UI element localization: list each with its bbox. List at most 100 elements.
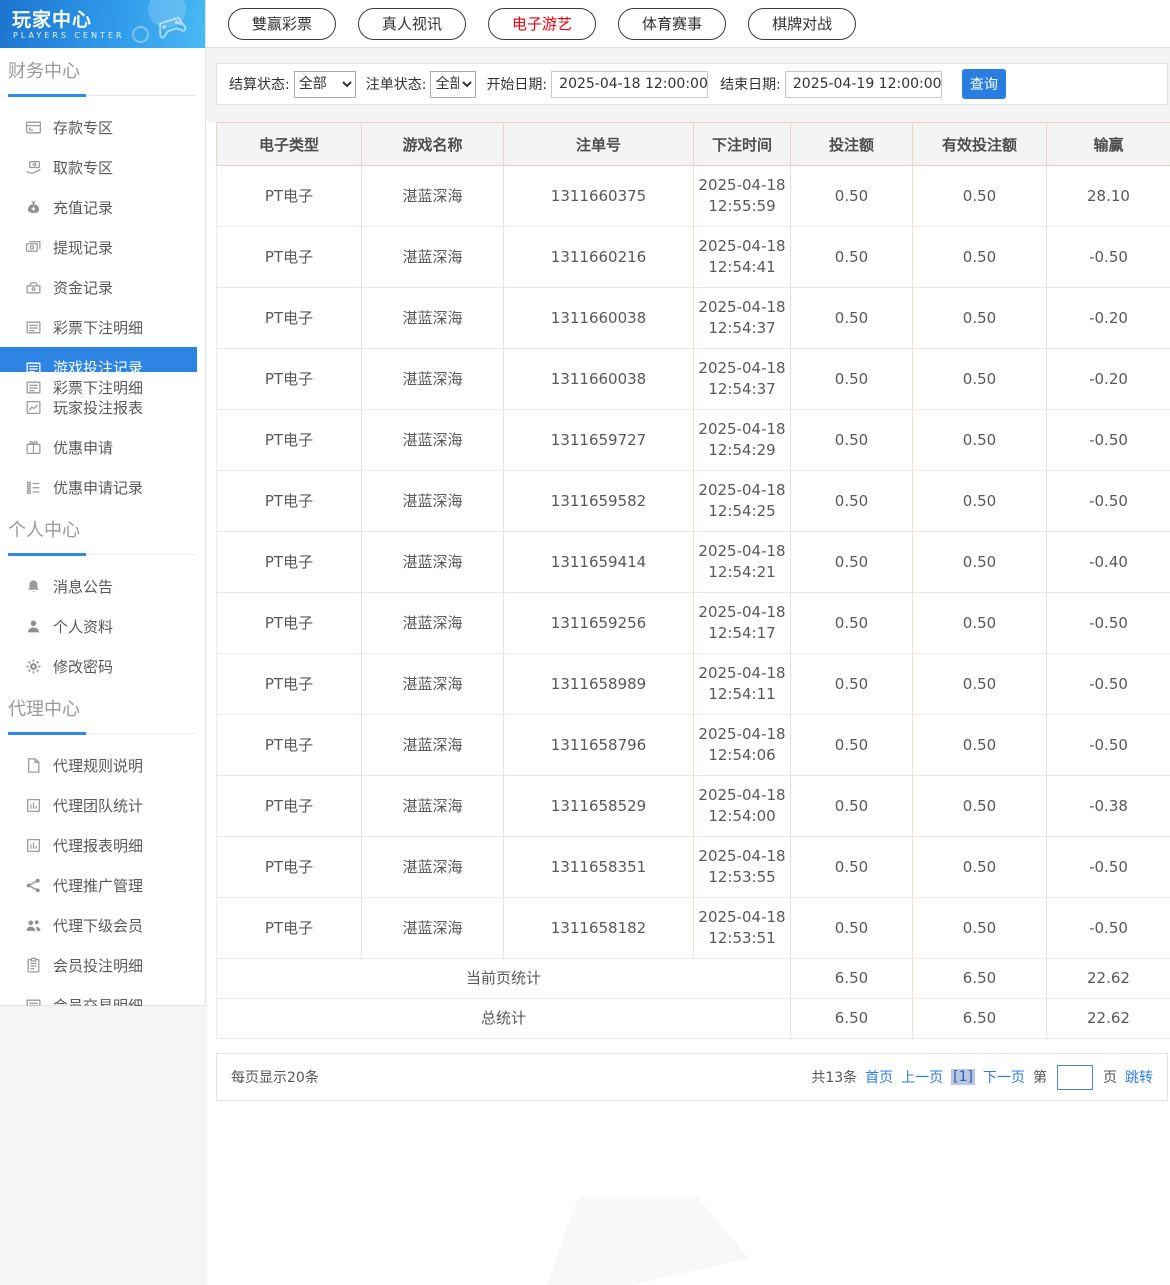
start-date-input[interactable] xyxy=(551,71,708,98)
sidebar: 玩家中心 PLAYERS CENTER 财务中心 存款专区 取款专区 充值记录 … xyxy=(0,0,206,1006)
per-page-label: 每页显示20条 xyxy=(231,1067,319,1087)
sidebar-item-bell[interactable]: 消息公告 xyxy=(0,566,205,606)
cell-time: 2025-04-1812:54:06 xyxy=(694,715,791,776)
cell-game: 湛蓝深海 xyxy=(362,532,504,593)
next-page-link[interactable]: 下一页 xyxy=(983,1067,1025,1087)
pagination-bar: 每页显示20条 共13条 首页 上一页 [1] 下一页 第 页 跳转 xyxy=(216,1053,1168,1101)
sidebar-item-deposit-card[interactable]: 存款专区 xyxy=(0,107,205,147)
cell-time: 2025-04-1812:54:17 xyxy=(694,593,791,654)
sidebar-item-share[interactable]: 代理推广管理 xyxy=(0,865,205,905)
category-tab[interactable]: 体育赛事 xyxy=(618,8,726,40)
cell-bet-id: 1311660216 xyxy=(504,227,694,288)
cell-type: PT电子 xyxy=(217,471,362,532)
jump-prefix-label: 第 xyxy=(1033,1067,1047,1087)
users-icon xyxy=(25,917,42,934)
section-divider xyxy=(8,95,195,96)
jump-suffix-label: 页 xyxy=(1103,1067,1117,1087)
sidebar-item-moneybag[interactable]: 充值记录 xyxy=(0,187,205,227)
category-tab[interactable]: 雙赢彩票 xyxy=(228,8,336,40)
first-page-link[interactable]: 首页 xyxy=(865,1067,893,1087)
cell-type: PT电子 xyxy=(217,410,362,471)
cell-winloss: -0.38 xyxy=(1047,776,1170,837)
sidebar-item-label: 彩票下注明细 xyxy=(53,377,143,398)
page-jump-input[interactable] xyxy=(1057,1065,1093,1090)
cell-valid-amount: 0.50 xyxy=(913,532,1047,593)
cell-bet-id: 1311659414 xyxy=(504,532,694,593)
cell-bet-id: 1311658351 xyxy=(504,837,694,898)
sidebar-section-title: 个人中心 xyxy=(0,507,205,546)
background-watermark xyxy=(540,1195,755,1285)
column-header: 注单号 xyxy=(504,123,694,166)
person-icon xyxy=(25,618,42,635)
sidebar-item-chart[interactable]: 玩家投注报表 xyxy=(0,397,205,417)
sidebar-item-label: 提现记录 xyxy=(53,237,113,258)
sidebar-item-person[interactable]: 个人资料 xyxy=(0,606,205,646)
sidebar-section-items: 存款专区 取款专区 充值记录 提现记录 资金记录 彩票下注明细 游戏投注记录 彩… xyxy=(0,107,205,507)
bet-table-row: PT电子 湛蓝深海 1311659256 2025-04-1812:54:17 … xyxy=(217,593,1170,654)
cell-time: 2025-04-1812:55:59 xyxy=(694,166,791,227)
sidebar-item-purse[interactable]: 资金记录 xyxy=(0,267,205,307)
cell-type: PT电子 xyxy=(217,715,362,776)
clipboard-icon xyxy=(25,957,42,974)
cell-time: 2025-04-1812:54:11 xyxy=(694,654,791,715)
sidebar-item-list[interactable]: 彩票下注明细 xyxy=(0,377,205,397)
game-category-tabs: 雙赢彩票真人视讯电子游艺体育赛事棋牌对战 xyxy=(206,0,1170,48)
summary-valid-amount: 6.50 xyxy=(913,959,1047,999)
category-tab[interactable]: 棋牌对战 xyxy=(748,8,856,40)
end-date-input[interactable] xyxy=(785,71,942,98)
bet-table-row: PT电子 湛蓝深海 1311658351 2025-04-1812:53:55 … xyxy=(217,837,1170,898)
sidebar-item-list[interactable]: 游戏投注记录 xyxy=(0,347,197,372)
sidebar-item-report[interactable]: 代理报表明细 xyxy=(0,825,205,865)
sidebar-item-gear[interactable]: 修改密码 xyxy=(0,646,205,686)
filter-bar: 结算状态: 全部 注单状态: 全部 开始日期: 结束日期: 查询 xyxy=(216,63,1168,105)
sidebar-item-label: 玩家投注报表 xyxy=(53,397,143,418)
jump-button[interactable]: 跳转 xyxy=(1125,1067,1153,1087)
sidebar-item-doc[interactable]: 代理规则说明 xyxy=(0,745,205,785)
summary-winloss: 22.62 xyxy=(1047,999,1170,1039)
cell-winloss: -0.50 xyxy=(1047,593,1170,654)
list-check-icon xyxy=(25,479,42,496)
sidebar-item-withdraw-hand[interactable]: 取款专区 xyxy=(0,147,205,187)
sidebar-item-list-check[interactable]: 优惠申请记录 xyxy=(0,467,205,507)
sidebar-item-clipboard[interactable]: 会员投注明细 xyxy=(0,945,205,985)
sidebar-item-list[interactable]: 彩票下注明细 xyxy=(0,307,205,347)
sidebar-item-cash-cards[interactable]: 提现记录 xyxy=(0,227,205,267)
cell-valid-amount: 0.50 xyxy=(913,593,1047,654)
cell-valid-amount: 0.50 xyxy=(913,654,1047,715)
cell-winloss: -0.50 xyxy=(1047,837,1170,898)
prev-page-link[interactable]: 上一页 xyxy=(901,1067,943,1087)
cell-type: PT电子 xyxy=(217,349,362,410)
column-header: 投注额 xyxy=(791,123,913,166)
cell-bet-id: 1311658182 xyxy=(504,898,694,959)
cell-time: 2025-04-1812:54:41 xyxy=(694,227,791,288)
sidebar-item-report[interactable]: 代理团队统计 xyxy=(0,785,205,825)
total-count-label: 共13条 xyxy=(811,1067,857,1087)
sidebar-item-label: 游戏投注记录 xyxy=(53,347,143,372)
summary-label: 总统计 xyxy=(217,999,791,1039)
sidebar-item-users[interactable]: 代理下级会员 xyxy=(0,905,205,945)
app-title: 玩家中心 xyxy=(12,5,92,32)
cell-bet-id: 1311659582 xyxy=(504,471,694,532)
cell-valid-amount: 0.50 xyxy=(913,410,1047,471)
sidebar-item-gift[interactable]: 优惠申请 xyxy=(0,427,205,467)
sidebar-item-label: 代理报表明细 xyxy=(53,835,143,856)
cell-bet-amount: 0.50 xyxy=(791,654,913,715)
category-tab[interactable]: 电子游艺 xyxy=(488,8,596,40)
sidebar-item-label: 个人资料 xyxy=(53,616,113,637)
cell-time: 2025-04-1812:54:37 xyxy=(694,349,791,410)
cell-winloss: -0.50 xyxy=(1047,715,1170,776)
order-status-select[interactable]: 全部 xyxy=(430,71,476,98)
category-tab[interactable]: 真人视讯 xyxy=(358,8,466,40)
settle-status-select[interactable]: 全部 xyxy=(294,71,356,98)
sidebar-section-title: 代理中心 xyxy=(0,686,205,725)
cell-bet-id: 1311659256 xyxy=(504,593,694,654)
sidebar-item-label: 会员投注明细 xyxy=(53,955,143,976)
search-button[interactable]: 查询 xyxy=(962,69,1006,99)
bets-table-wrap: 电子类型游戏名称注单号下注时间投注额有效投注额输赢 PT电子 湛蓝深海 1311… xyxy=(216,122,1170,1039)
list-icon xyxy=(25,379,42,396)
sidebar-item-label: 存款专区 xyxy=(53,117,113,138)
cell-winloss: -0.50 xyxy=(1047,410,1170,471)
cell-bet-id: 1311658529 xyxy=(504,776,694,837)
cell-game: 湛蓝深海 xyxy=(362,410,504,471)
start-date-label: 开始日期: xyxy=(486,74,547,94)
